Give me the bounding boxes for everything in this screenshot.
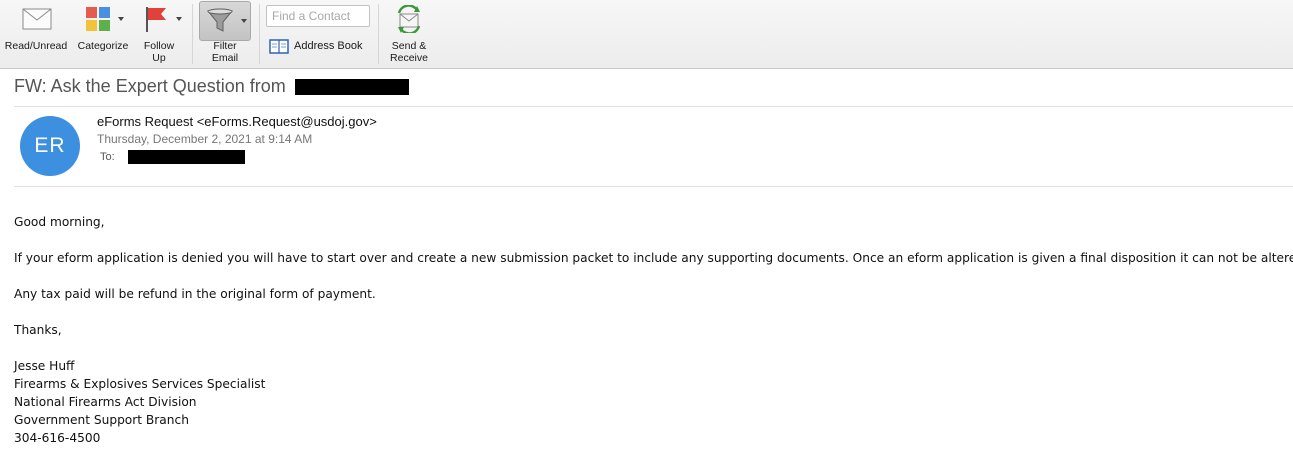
sender-avatar: ER: [20, 116, 80, 176]
envelope-icon: [22, 8, 52, 30]
signature-branch: Government Support Branch: [14, 413, 189, 427]
flag-icon: [146, 7, 166, 32]
ribbon-toolbar: Read/Unread Categorize Follow Up Filter …: [0, 0, 1293, 69]
redacted-recipient: [127, 150, 245, 164]
toolbar-separator: [378, 4, 379, 64]
signature-title: Firearms & Explosives Services Specialis…: [14, 377, 266, 391]
body-closing: Thanks,: [14, 323, 62, 337]
toolbar-separator: [192, 4, 193, 64]
sender-address[interactable]: eForms Request <eForms.Request@usdoj.gov…: [97, 114, 377, 129]
follow-up-button[interactable]: Follow Up: [136, 0, 182, 68]
toolbar-separator: [259, 4, 260, 64]
header-divider: [14, 106, 1293, 107]
follow-up-label: Follow Up: [143, 40, 175, 64]
send-receive-icon: [397, 5, 421, 33]
funnel-icon: [206, 8, 234, 32]
category-grid-icon: [86, 7, 110, 31]
signature-division: National Firearms Act Division: [14, 395, 197, 409]
subject-text: FW: Ask the Expert Question from: [14, 76, 286, 96]
message-date: Thursday, December 2, 2021 at 9:14 AM: [97, 132, 313, 146]
read-unread-button[interactable]: Read/Unread: [0, 0, 72, 68]
body-greeting: Good morning,: [14, 215, 105, 229]
to-label: To:: [100, 150, 115, 163]
categorize-dropdown-icon[interactable]: [118, 17, 124, 21]
signature-phone: 304-616-4500: [14, 431, 101, 445]
body-paragraph: If your eform application is denied you …: [14, 251, 1293, 265]
send-receive-button[interactable]: Send & Receive: [383, 0, 435, 68]
filter-email-button-highlight[interactable]: [199, 1, 251, 41]
header-bottom-divider: [14, 186, 1293, 187]
signature-name: Jesse Huff: [14, 359, 75, 373]
categorize-button[interactable]: Categorize: [74, 0, 132, 68]
filter-email-label: Filter Email: [211, 40, 239, 64]
address-book-button[interactable]: Address Book: [269, 38, 362, 54]
follow-up-dropdown-icon[interactable]: [176, 17, 182, 21]
body-paragraph: Any tax paid will be refund in the origi…: [14, 287, 376, 301]
avatar-initials: ER: [34, 134, 66, 157]
address-book-icon: [269, 38, 289, 54]
address-book-label: Address Book: [294, 40, 363, 52]
filter-dropdown-icon[interactable]: [241, 19, 247, 23]
message-body: Good morning, If your eform application …: [14, 213, 1293, 447]
message-subject: FW: Ask the Expert Question from: [14, 76, 409, 97]
find-contact-input[interactable]: [266, 5, 370, 27]
recipient-row: To:: [100, 150, 245, 164]
redacted-block: [294, 79, 409, 96]
send-receive-label: Send & Receive: [390, 40, 428, 64]
categorize-label: Categorize: [77, 40, 129, 52]
read-unread-label: Read/Unread: [4, 40, 68, 52]
